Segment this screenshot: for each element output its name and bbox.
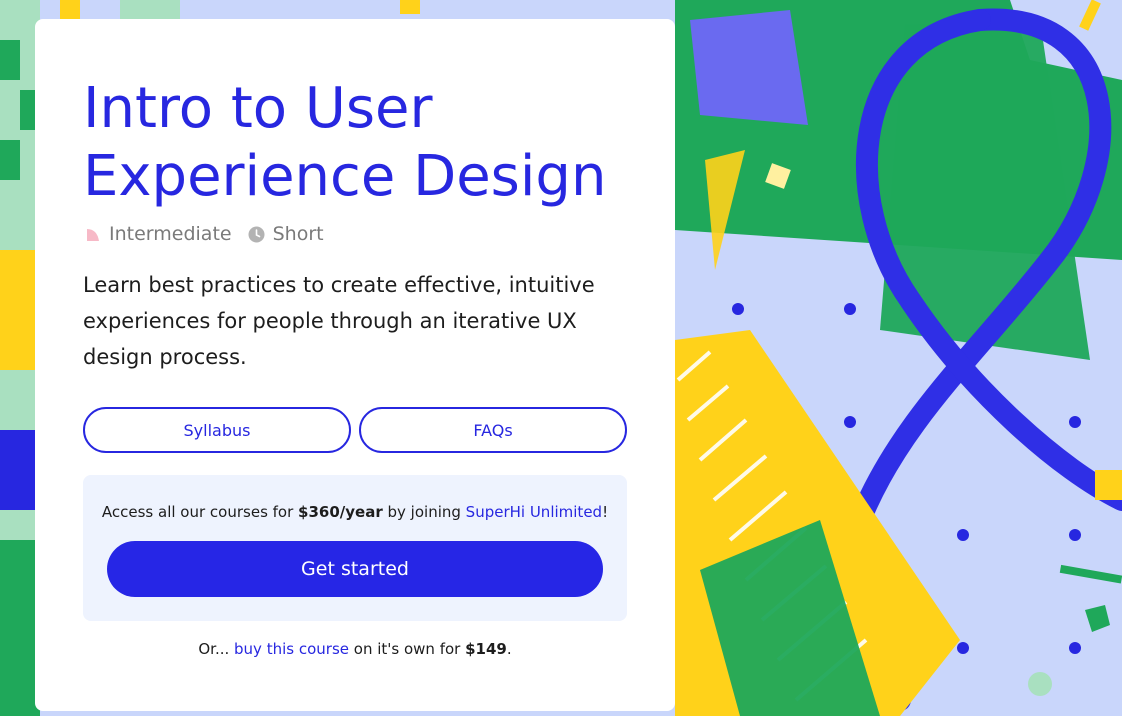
alt-middle: on it's own for xyxy=(349,640,466,658)
promo-price: $360/year xyxy=(298,503,383,521)
course-title: Intro to User Experience Design xyxy=(83,76,607,209)
level-tag: Intermediate xyxy=(85,223,232,245)
promo-text: Access all our courses for $360/year by … xyxy=(83,503,627,521)
get-started-button[interactable]: Get started xyxy=(107,541,603,597)
alt-suffix: . xyxy=(506,640,512,658)
length-label: Short xyxy=(272,223,324,245)
difficulty-quarter-icon xyxy=(87,229,99,241)
alt-prefix: Or... xyxy=(198,640,235,658)
level-label: Intermediate xyxy=(109,223,232,245)
unlimited-promo: Access all our courses for $360/year by … xyxy=(83,475,627,621)
course-card: Intro to User Experience Design Intermed… xyxy=(35,19,675,711)
buy-course-link[interactable]: buy this course xyxy=(234,640,349,658)
course-meta: Intermediate Short xyxy=(85,223,332,245)
course-description: Learn best practices to create effective… xyxy=(83,273,595,369)
syllabus-button[interactable]: Syllabus xyxy=(83,407,351,453)
length-tag: Short xyxy=(248,223,324,245)
clock-icon xyxy=(248,226,265,242)
promo-middle: by joining xyxy=(382,503,466,521)
promo-suffix: ! xyxy=(602,503,609,521)
superhi-unlimited-link[interactable]: SuperHi Unlimited xyxy=(466,503,602,521)
faqs-button[interactable]: FAQs xyxy=(359,407,627,453)
single-purchase-text: Or... buy this course on it's own for $1… xyxy=(35,640,675,658)
promo-prefix: Access all our courses for xyxy=(101,503,299,521)
course-price: $149 xyxy=(465,640,507,658)
